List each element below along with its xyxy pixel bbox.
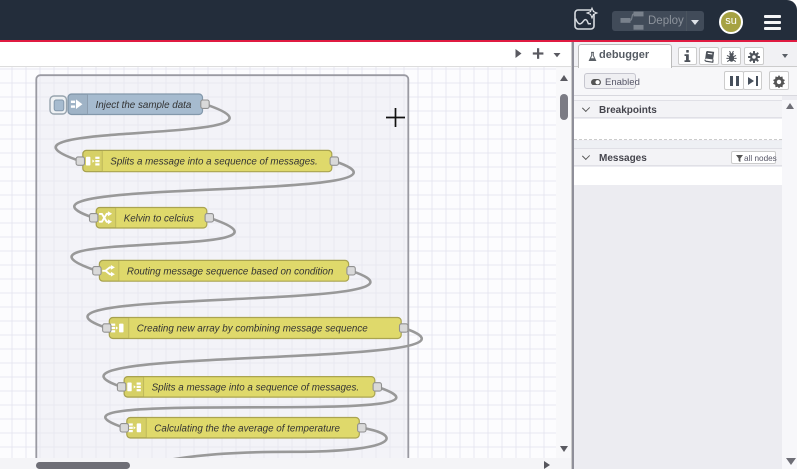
svg-text:Splits a message into a sequen: Splits a message into a sequence of mess… — [152, 383, 360, 394]
svg-text:Calculating the the average of: Calculating the the average of temperatu… — [154, 423, 340, 434]
svg-text:Creating new array by combinin: Creating new array by combining message … — [137, 324, 368, 335]
svg-text:Routing message sequence based: Routing message sequence based on condit… — [127, 266, 333, 277]
svg-text:Splits a message into a sequen: Splits a message into a sequence of mess… — [110, 157, 317, 168]
svg-text:Inject the sample data: Inject the sample data — [96, 100, 192, 111]
svg-text:Kelvin to celcius: Kelvin to celcius — [124, 213, 194, 224]
